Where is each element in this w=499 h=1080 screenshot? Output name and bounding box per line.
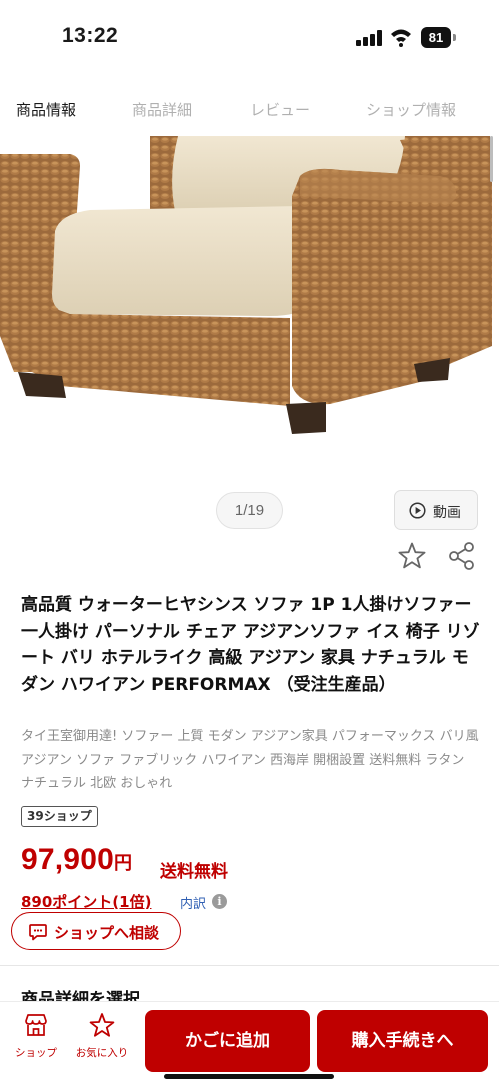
signal-icon (356, 30, 383, 46)
shipping-label: 送料無料 (160, 862, 228, 882)
price: 97,900円 (21, 843, 132, 877)
product-image[interactable] (0, 136, 499, 476)
product-title: 高品質 ウォーターヒヤシンス ソファ 1P 1人掛けソファー 一人掛け パーソナ… (21, 595, 480, 695)
shop-consult-button[interactable]: ショップへ相談 (11, 912, 181, 950)
price-value: 97,900 (21, 843, 114, 876)
star-icon[interactable] (397, 541, 427, 571)
info-icon[interactable]: i (212, 894, 227, 909)
tab-reviews[interactable]: レビュー (250, 99, 310, 120)
divider (0, 965, 499, 966)
chat-icon (29, 924, 47, 941)
points-link[interactable]: 890ポイント(1倍) (21, 891, 151, 912)
favorite-label: お気に入り (75, 1047, 129, 1059)
shop-icon (25, 1014, 47, 1036)
favorite-star-icon (89, 1013, 115, 1037)
checkout-button[interactable]: 購入手続きへ (317, 1010, 488, 1072)
shop-badge: 39ショップ (21, 806, 98, 827)
tab-product-info[interactable]: 商品情報 (16, 99, 76, 120)
scrollbar-thumb[interactable] (490, 136, 493, 182)
battery-indicator: 81 (421, 27, 451, 48)
image-counter: 1/19 (216, 492, 283, 529)
shop-nav-button[interactable]: ショップ (6, 1012, 66, 1060)
add-to-cart-button[interactable]: かごに追加 (145, 1010, 310, 1072)
home-indicator (164, 1074, 334, 1079)
play-icon (409, 502, 426, 519)
price-unit: 円 (113, 853, 132, 874)
product-catch-copy: タイ王室御用達! ソファー 上質 モダン アジアン家具 パフォーマックス バリ風… (21, 729, 479, 791)
share-icon[interactable] (448, 541, 476, 571)
battery-tip (453, 34, 456, 41)
tab-product-details[interactable]: 商品詳細 (132, 99, 192, 120)
points-detail-link[interactable]: 内訳 (180, 893, 206, 912)
favorite-button[interactable]: お気に入り (72, 1012, 132, 1060)
bottom-action-bar: ショップ お気に入り かごに追加 購入手続きへ (0, 1001, 499, 1080)
product-tabs: 商品情報 商品詳細 レビュー ショップ情報 (0, 92, 499, 128)
video-button-label: 動画 (433, 505, 461, 521)
video-button[interactable]: 動画 (394, 490, 478, 530)
shop-nav-label: ショップ (15, 1047, 57, 1059)
tab-shop-info[interactable]: ショップ情報 (366, 99, 456, 120)
wifi-icon (391, 29, 411, 47)
status-time: 13:22 (62, 24, 119, 47)
shop-consult-label: ショップへ相談 (54, 924, 160, 942)
status-bar: 13:22 81 (0, 0, 499, 76)
